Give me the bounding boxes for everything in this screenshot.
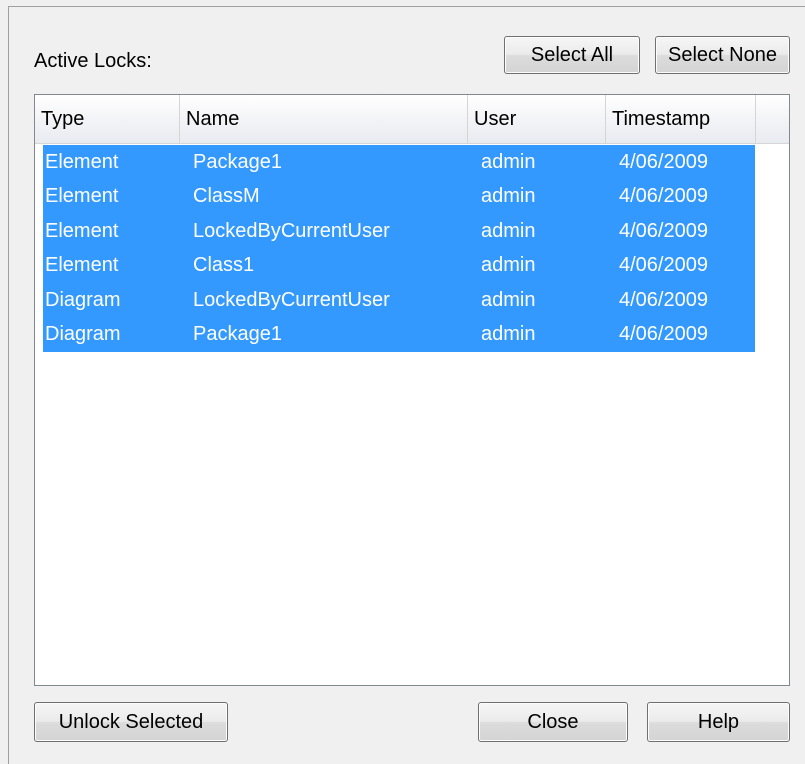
- select-none-button[interactable]: Select None: [655, 36, 790, 74]
- active-locks-list[interactable]: Type Name User Timestamp Element Package…: [34, 94, 790, 686]
- cell-type: Element: [45, 150, 119, 173]
- table-row[interactable]: Element Package1 admin 4/06/2009: [43, 145, 755, 180]
- list-rows: Element Package1 admin 4/06/2009 Element…: [43, 145, 755, 352]
- cell-user: admin: [481, 150, 536, 173]
- close-button[interactable]: Close: [478, 702, 628, 742]
- table-row[interactable]: Element ClassM admin 4/06/2009: [43, 179, 755, 214]
- select-all-button[interactable]: Select All: [504, 36, 640, 74]
- active-locks-label: Active Locks:: [34, 50, 152, 72]
- cell-name: LockedByCurrentUser: [193, 288, 390, 311]
- table-row[interactable]: Diagram Package1 admin 4/06/2009: [43, 317, 755, 352]
- column-header-name[interactable]: Name: [180, 95, 468, 143]
- cell-user: admin: [481, 288, 536, 311]
- list-header: Type Name User Timestamp: [35, 95, 789, 144]
- cell-timestamp: 4/06/2009: [619, 185, 708, 208]
- table-row[interactable]: Element Class1 admin 4/06/2009: [43, 248, 755, 283]
- table-row[interactable]: Element LockedByCurrentUser admin 4/06/2…: [43, 214, 755, 249]
- column-header-type[interactable]: Type: [35, 95, 180, 143]
- cell-type: Element: [45, 254, 119, 277]
- cell-timestamp: 4/06/2009: [619, 323, 708, 346]
- cell-timestamp: 4/06/2009: [619, 288, 708, 311]
- cell-timestamp: 4/06/2009: [619, 219, 708, 242]
- cell-type: Diagram: [45, 288, 121, 311]
- cell-name: Package1: [193, 323, 282, 346]
- cell-name: LockedByCurrentUser: [193, 219, 390, 242]
- cell-user: admin: [481, 323, 536, 346]
- cell-user: admin: [481, 254, 536, 277]
- column-header-user[interactable]: User: [468, 95, 606, 143]
- cell-timestamp: 4/06/2009: [619, 254, 708, 277]
- cell-timestamp: 4/06/2009: [619, 150, 708, 173]
- table-row[interactable]: Diagram LockedByCurrentUser admin 4/06/2…: [43, 283, 755, 318]
- cell-user: admin: [481, 185, 536, 208]
- cell-type: Diagram: [45, 323, 121, 346]
- cell-name: Class1: [193, 254, 255, 277]
- cell-user: admin: [481, 219, 536, 242]
- cell-name: ClassM: [193, 185, 260, 208]
- cell-name: Package1: [193, 150, 282, 173]
- column-header-filler: [756, 95, 789, 143]
- cell-type: Element: [45, 219, 119, 242]
- column-header-timestamp[interactable]: Timestamp: [606, 95, 756, 143]
- help-button[interactable]: Help: [647, 702, 790, 742]
- unlock-selected-button[interactable]: Unlock Selected: [34, 702, 228, 742]
- cell-type: Element: [45, 185, 119, 208]
